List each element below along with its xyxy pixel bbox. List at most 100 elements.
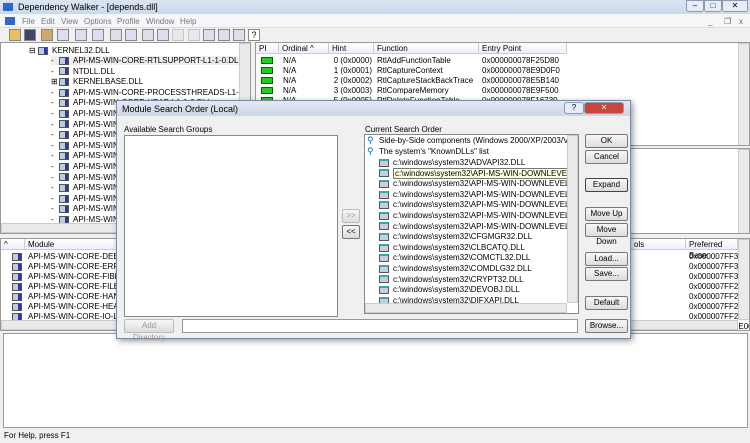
default-button[interactable]: Default (585, 296, 628, 310)
ok-button[interactable]: OK (585, 134, 628, 148)
tile-vertical-icon[interactable] (233, 29, 245, 41)
col-hint[interactable]: Hint (329, 43, 374, 54)
system-info-icon[interactable] (142, 29, 154, 41)
context-help-icon[interactable]: ? (248, 29, 260, 41)
hint: 0 (0x0000) (333, 56, 372, 65)
available-groups-list[interactable] (124, 135, 338, 317)
menu-edit[interactable]: Edit (41, 17, 55, 26)
current-search-order-list[interactable]: ⚲ Side-by-Side components (Windows 2000/X… (364, 134, 579, 314)
tree-root[interactable]: KERNEL32.DLL (52, 46, 110, 55)
add-directory-button[interactable]: Add Directory (124, 319, 174, 342)
col-preferred-base[interactable]: Preferred Base (686, 239, 738, 260)
tree-item[interactable]: ⊞ KERNELBASE.DLL (51, 77, 143, 86)
search-order-item[interactable]: c:\windows\system32\DEVOBJ.DLL (379, 285, 520, 294)
tree-item[interactable]: - API-MS-WIN (51, 194, 119, 203)
dialog-help-button[interactable]: ? (564, 102, 584, 114)
copy-icon[interactable] (110, 29, 122, 41)
tile-horizontal-icon[interactable] (218, 29, 230, 41)
tree-item-label: API-MS-WIN (73, 162, 119, 171)
order-vscrollbar[interactable] (567, 135, 578, 303)
tree-item[interactable]: - API-MS-WIN (51, 183, 119, 192)
search-order-item[interactable]: c:\windows\system32\API-MS-WIN-DOWNLEVEL… (379, 200, 578, 209)
c-function-icon (261, 67, 273, 74)
search-order-item[interactable]: c:\windows\system32\CFGMGR32.DLL (379, 232, 532, 241)
search-order-item[interactable]: c:\windows\system32\API-MS-WIN-DOWNLEVEL… (379, 179, 578, 188)
move-up-button[interactable]: Move Up (585, 207, 628, 221)
mdi-restore-icon[interactable]: ❐ (724, 17, 731, 26)
modules-vscrollbar[interactable] (738, 239, 749, 320)
dialog-close-button[interactable]: ✕ (584, 102, 624, 114)
cpp-function-icon[interactable] (92, 29, 104, 41)
menu-help[interactable]: Help (180, 17, 196, 26)
menu-file[interactable]: File (22, 17, 35, 26)
tree-item[interactable]: - API-MS-WIN-CORE-PROCESSTHREADS-L1-1-0.D… (51, 88, 250, 97)
search-order-item[interactable]: c:\windows\system32\COMCTL32.DLL (379, 253, 530, 262)
cascade-icon[interactable] (203, 29, 215, 41)
browse-button[interactable]: Browse... (585, 319, 628, 333)
export-row[interactable]: N/A 3 (0x0003) RtlCompareMemory 0x000000078… (256, 86, 567, 96)
col-sort[interactable]: ^ (1, 239, 25, 250)
menu-window[interactable]: Window (146, 17, 174, 26)
tree-item[interactable]: - API-MS-WIN (51, 162, 119, 171)
full-paths-icon[interactable] (57, 29, 69, 41)
find-icon[interactable] (41, 29, 53, 41)
order-hscrollbar[interactable] (365, 303, 567, 313)
directory-input[interactable] (182, 319, 578, 333)
prev-module-icon[interactable] (172, 29, 184, 41)
menu-view[interactable]: View (61, 17, 78, 26)
close-button[interactable]: ✕ (722, 0, 748, 12)
search-order-item[interactable]: c:\windows\system32\ADVAPI32.DLL (379, 158, 525, 167)
col-entry-point[interactable]: Entry Point (479, 43, 567, 54)
tree-item[interactable]: - API-MS-WIN (51, 109, 119, 118)
col-ordinal[interactable]: Ordinal ^ (279, 43, 329, 54)
tree-item[interactable]: - API-MS-WIN (51, 120, 119, 129)
properties-icon[interactable] (125, 29, 137, 41)
group-sxs[interactable]: Side-by-Side components (Windows 2000/XP… (379, 136, 578, 145)
search-order-item[interactable]: c:\windows\system32\API-MS-WIN-DOWNLEVEL… (379, 190, 578, 199)
log-pane[interactable] (3, 333, 748, 428)
tree-item[interactable]: - API-MS-WIN (51, 204, 119, 213)
tree-item[interactable]: - API-MS-WIN-CORE-RTLSUPPORT-L1-1-0.DLL (51, 56, 243, 65)
save-icon[interactable] (24, 29, 36, 41)
tree-item[interactable]: - API-MS-WIN (51, 173, 119, 182)
col-pi[interactable]: PI (256, 43, 279, 54)
tree-item[interactable]: - NTDLL.DLL (51, 67, 115, 76)
dll-icon (379, 211, 389, 220)
group-knowndlls[interactable]: The system's "KnownDLLs" list (379, 147, 489, 156)
col-symbols[interactable]: ols (631, 239, 686, 250)
add-group-button[interactable]: >> (342, 209, 360, 223)
search-order-item[interactable]: c:\windows\system32\API-MS-WIN-DOWNLEVEL… (379, 222, 578, 231)
exports-vscrollbar[interactable] (738, 43, 749, 145)
load-button[interactable]: Load... (585, 252, 628, 266)
export-row[interactable]: N/A 1 (0x0001) RtlCaptureContext 0x00000007… (256, 66, 567, 76)
search-order-item[interactable]: c:\windows\system32\CLBCATQ.DLL (379, 243, 525, 252)
save-button[interactable]: Save... (585, 267, 628, 281)
search-order-item[interactable]: c:\windows\system32\COMDLG32.DLL (379, 264, 532, 273)
mdi-minimize-icon[interactable]: _ (708, 17, 712, 26)
menu-profile[interactable]: Profile (117, 17, 140, 26)
export-row[interactable]: N/A 2 (0x0002) RtlCaptureStackBackTrace 0x0… (256, 76, 567, 86)
next-module-icon[interactable] (188, 29, 200, 41)
cancel-button[interactable]: Cancel (585, 150, 628, 164)
col-function[interactable]: Function (374, 43, 479, 54)
maximize-button[interactable]: □ (704, 0, 722, 12)
expand-button[interactable]: Expand (585, 178, 628, 192)
export-row[interactable]: N/A 0 (0x0000) RtlAddFunctionTable 0x000000… (256, 56, 567, 66)
search-order-item[interactable]: c:\windows\system32\API-MS-WIN-DOWNLEVEL… (379, 211, 578, 220)
remove-group-button[interactable]: << (342, 225, 360, 239)
search-order-icon[interactable] (157, 29, 169, 41)
tree-item[interactable]: - API-MS-WIN (51, 141, 119, 150)
tree-item[interactable]: - API-MS-WIN (51, 151, 119, 160)
search-order-item[interactable]: c:\windows\system32\CRYPT32.DLL (379, 275, 524, 284)
c-function-icon[interactable] (75, 29, 87, 41)
move-down-button[interactable]: Move Down (585, 223, 628, 246)
mdi-close-icon[interactable]: x (739, 17, 743, 26)
minimize-button[interactable]: – (686, 0, 704, 12)
search-order-item[interactable]: c:\windows\system32\API-MS-WIN-DOWNLEVEL… (379, 167, 578, 179)
open-icon[interactable] (9, 29, 21, 41)
imports-vscrollbar[interactable] (738, 149, 749, 233)
tree-item[interactable]: - API-MS-WIN (51, 130, 119, 139)
menu-options[interactable]: Options (84, 17, 112, 26)
dll-icon (379, 275, 389, 284)
tree-item-label: API-MS-WIN (73, 172, 119, 182)
